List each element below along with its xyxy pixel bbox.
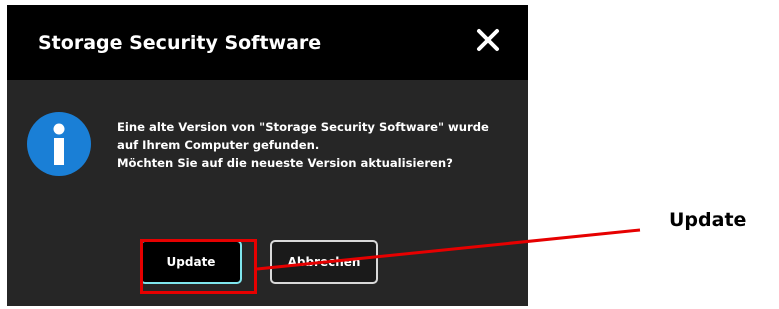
callout-line — [256, 228, 641, 271]
callout-label: Update — [669, 209, 747, 231]
screenshot-stage: Storage Security Software Eine alte Vers… — [0, 0, 779, 309]
